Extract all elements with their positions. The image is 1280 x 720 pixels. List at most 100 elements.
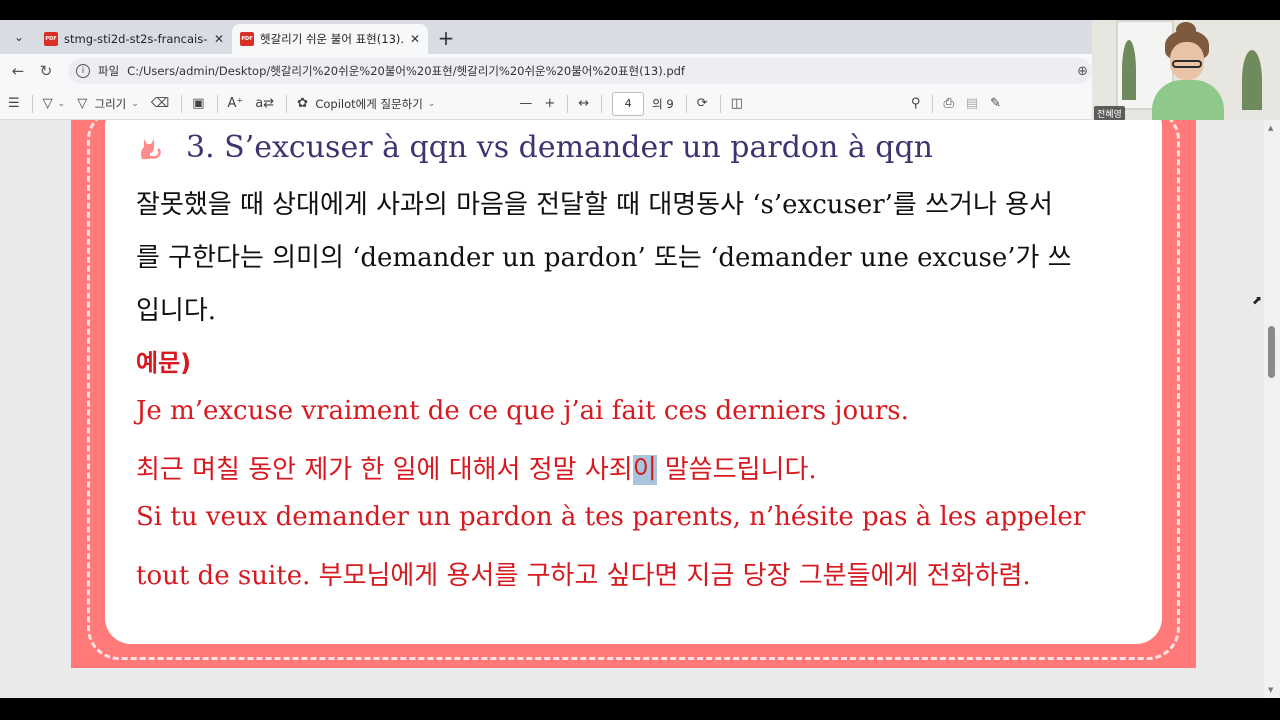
pdf-icon: PDF: [240, 32, 254, 46]
page-total-label: 의 9: [652, 96, 674, 111]
presenter-name: 전혜영: [1094, 106, 1125, 121]
translate-icon: a⇄: [255, 96, 275, 111]
copilot-label: Copilot에게 질문하기: [315, 96, 423, 111]
pdf-toolbar: ☰ ▽ ⌄ ▽ 그리기 ⌄ ⌫ ▣ A⁺ a⇄ ✿ Copilot에게 질문하기 ⌄ …: [0, 88, 1092, 120]
divider: [181, 94, 183, 113]
top-black-bar: [0, 0, 1280, 20]
close-icon[interactable]: ✕: [214, 32, 224, 46]
page-number-input[interactable]: 4: [612, 91, 645, 116]
chevron-down-icon: ⌄: [427, 98, 436, 109]
tab-bar: ⌄ PDF stmg-sti2d-st2s-francais-premiere-…: [0, 20, 1092, 54]
save-icon: ▤: [965, 96, 979, 111]
url-field[interactable]: i 파일 C:/Users/admin/Desktop/헷갈리기%20쉬운%20…: [68, 58, 1092, 84]
example-2-line-2: tout de suite. 부모님에게 용서를 구하고 싶다면 지금 당장 그…: [136, 561, 1031, 591]
divider: [601, 94, 603, 113]
divider: [216, 94, 218, 113]
mouse-cursor-icon: ⬈: [1252, 293, 1263, 307]
search-button[interactable]: ⚲: [911, 96, 921, 111]
example-1-french: Je m’excuse vraiment de ce que j’ai fait…: [136, 396, 909, 426]
plant: [1242, 50, 1262, 110]
tab-title: stmg-sti2d-st2s-francais-premiere-: [64, 32, 208, 46]
fit-page-button[interactable]: ↔: [578, 96, 589, 111]
avatar-glasses: [1172, 60, 1202, 68]
example-2-line-1: Si tu veux demander un pardon à tes pare…: [136, 502, 1086, 532]
example-1-korean: 최근 며칠 동안 제가 한 일에 대해서 정말 사죄이 말씀드립니다.: [136, 449, 817, 486]
text-selection-highlight[interactable]: 이: [632, 455, 657, 485]
save-as-button[interactable]: ✎: [990, 96, 1001, 111]
plant: [1122, 40, 1136, 100]
bottom-black-bar: [0, 698, 1280, 720]
eraser-icon: ⌫: [150, 96, 170, 111]
address-bar: ← ↻ i 파일 C:/Users/admin/Desktop/헷갈리기%20쉬…: [0, 54, 1092, 88]
avatar-body: [1152, 80, 1224, 124]
copilot-button[interactable]: ✿ Copilot에게 질문하기 ⌄: [297, 96, 435, 112]
tab-actions-menu[interactable]: ⌄: [6, 24, 32, 50]
body-line-2: 를 구한다는 의미의 ‘demander un pardon’ 또는 ‘dema…: [136, 243, 1072, 273]
example-1-korean-part: 말씀드립니다.: [656, 455, 817, 485]
scroll-down-icon[interactable]: ▼: [1268, 686, 1273, 694]
rotate-button[interactable]: ⟳: [697, 96, 708, 111]
text-box-button[interactable]: ▣: [192, 96, 204, 111]
chevron-down-icon: ⌄: [131, 98, 139, 109]
zoom-out-button[interactable]: —: [519, 96, 532, 111]
heading-text: 3. S’excuser à qqn vs demander un pardon…: [186, 130, 933, 165]
read-aloud-icon: A⁺: [227, 96, 244, 111]
tab-title: 헷갈리기 쉬운 불어 표현(13).pdf: [260, 32, 404, 46]
reload-button[interactable]: ↻: [34, 59, 58, 83]
page-view-icon: ◫: [730, 96, 743, 111]
avatar-hair-bun: [1176, 22, 1196, 38]
url-text: C:/Users/admin/Desktop/헷갈리기%20쉬운%20불어%20…: [127, 64, 685, 78]
page-view-button[interactable]: ◫: [731, 96, 743, 111]
draw-button[interactable]: ▽ 그리기 ⌄: [77, 96, 139, 112]
translate-button[interactable]: a⇄: [255, 96, 274, 111]
chevron-down-icon: ⌄: [13, 30, 25, 44]
webcam-overlay: 전혜영: [1092, 20, 1280, 124]
print-button[interactable]: ⎙: [943, 96, 953, 111]
draw-label: 그리기: [94, 96, 127, 111]
list-icon: ☰: [8, 96, 20, 111]
close-icon[interactable]: ✕: [410, 32, 420, 46]
print-icon: ⎙: [943, 96, 954, 111]
divider: [719, 94, 721, 113]
body-line-1: 잘못했을 때 상대에게 사과의 마음을 전달할 때 대명동사 ‘s’excuse…: [136, 190, 1053, 220]
tab-current-pdf[interactable]: PDF 헷갈리기 쉬운 불어 표현(13).pdf ✕: [232, 24, 428, 54]
divider: [685, 94, 687, 113]
contents-button[interactable]: ☰: [8, 96, 20, 111]
file-scheme-label: 파일: [98, 64, 120, 78]
search-icon: ⚲: [910, 96, 921, 111]
scroll-thumb[interactable]: [1268, 326, 1275, 378]
pdf-viewport[interactable]: 3. S’excuser à qqn vs demander un pardon…: [0, 120, 1280, 698]
read-aloud-button[interactable]: A⁺: [228, 96, 244, 111]
plus-icon: +: [544, 96, 556, 111]
minus-icon: —: [519, 96, 533, 111]
tab-stmg-pdf[interactable]: PDF stmg-sti2d-st2s-francais-premiere- ✕: [36, 24, 232, 54]
copilot-icon: ✿: [297, 96, 309, 111]
divider: [567, 94, 569, 113]
new-tab-button[interactable]: +: [432, 24, 460, 52]
text-box-icon: ▣: [192, 96, 205, 111]
chevron-down-icon: ⌄: [57, 98, 66, 109]
pdf-icon: PDF: [44, 32, 58, 46]
rotate-icon: ⟳: [696, 96, 708, 111]
zoom-in-button[interactable]: +: [544, 96, 555, 111]
divider: [286, 94, 288, 113]
cat-icon: [140, 138, 161, 159]
erase-button[interactable]: ⌫: [151, 96, 169, 111]
zoom-icon[interactable]: ⊕: [1077, 64, 1088, 79]
save-as-icon: ✎: [990, 96, 1002, 111]
example-1-korean-part: 최근 며칠 동안 제가 한 일에 대해서 정말 사죄: [136, 455, 633, 485]
back-button[interactable]: ←: [6, 59, 30, 83]
divider: [932, 94, 934, 113]
scroll-up-icon[interactable]: ▲: [1268, 124, 1273, 132]
divider: [31, 94, 33, 113]
highlight-button[interactable]: ▽ ⌄: [43, 96, 66, 111]
save-button[interactable]: ▤: [966, 96, 978, 111]
example-label: 예문): [136, 349, 192, 377]
section-heading: 3. S’excuser à qqn vs demander un pardon…: [136, 130, 933, 165]
vertical-scrollbar[interactable]: ▲ ▼: [1264, 120, 1280, 698]
fit-width-icon: ↔: [578, 96, 590, 111]
highlighter-icon: ▽: [42, 96, 53, 111]
body-line-3: 입니다.: [136, 296, 217, 326]
page-total: 의 9: [652, 96, 674, 112]
info-icon[interactable]: i: [76, 64, 90, 78]
